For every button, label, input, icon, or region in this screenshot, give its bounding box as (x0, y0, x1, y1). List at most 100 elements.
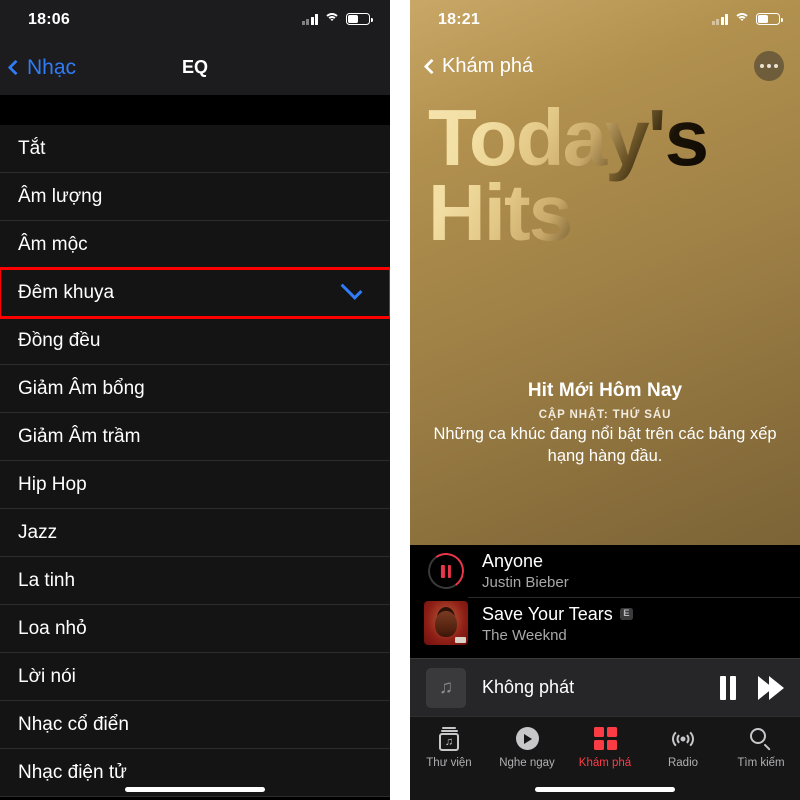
eq-option-label: Âm mộc (18, 233, 88, 255)
more-ellipsis-icon (774, 64, 778, 68)
list-item[interactable]: Save Your Tears E The Weeknd (410, 597, 800, 649)
artwork-title-line2: Hits (428, 168, 572, 258)
music-note-icon: ♫ (426, 667, 466, 708)
more-ellipsis-icon (760, 64, 764, 68)
search-icon (750, 727, 772, 751)
left-status-bar: 18:06 (0, 0, 390, 40)
more-ellipsis-icon (767, 64, 771, 68)
status-indicators (711, 13, 783, 25)
explicit-badge: E (619, 607, 634, 621)
artwork-title-line1: Today's (428, 93, 708, 182)
home-indicator (125, 787, 265, 792)
song-title: Anyone (482, 551, 544, 571)
radio-waves-icon (670, 728, 696, 750)
eq-options-list: Tắt Âm lượng Âm mộc Đêm khuya Đồng đều Giảm Â… (0, 125, 390, 797)
eq-option-row[interactable]: Jazz (0, 509, 390, 557)
left-phone-screen: 18:06 Nhạc EQ Tắt Âm lượng Âm mộc Đêm khuya… (0, 0, 390, 800)
back-button-label: Khám phá (442, 54, 534, 77)
cellular-bars-icon (711, 14, 728, 25)
page-title: EQ (181, 57, 208, 77)
back-button[interactable]: Nhạc (7, 40, 77, 95)
eq-option-row[interactable]: Loa nhỏ (0, 605, 390, 653)
playlist-updated: CẬP NHẬT: THỨ SÁU (538, 409, 672, 422)
cellular-bars-icon (301, 14, 318, 25)
status-indicators (301, 13, 373, 25)
wifi-icon (734, 13, 750, 25)
tab-label: Tìm kiếm (737, 757, 785, 769)
screenshot-stage: 18:06 Nhạc EQ Tắt Âm lượng Âm mộc Đêm khuya… (0, 0, 800, 800)
eq-option-label: Âm lượng (18, 185, 103, 207)
eq-option-label: Nhạc cổ điển (18, 713, 129, 735)
artwork-title: Today's Hits (428, 100, 788, 250)
library-icon: ♫ (439, 726, 459, 751)
list-item[interactable]: Anyone Justin Bieber (410, 545, 800, 597)
tab-label: Nghe ngay (499, 757, 555, 769)
tab-library[interactable]: ♫ Thư viện (410, 725, 488, 769)
mini-player[interactable]: ♫ Không phát (410, 658, 800, 716)
nav-spacer (0, 95, 390, 125)
eq-option-label: La tinh (18, 569, 76, 591)
eq-option-row[interactable]: La tinh (0, 557, 390, 605)
now-playing-label: Không phát (482, 677, 575, 697)
tab-search[interactable]: Tìm kiếm (722, 725, 800, 769)
play-circle-icon (515, 727, 539, 750)
left-nav-bar: Nhạc EQ (0, 40, 390, 95)
wifi-icon (324, 13, 340, 25)
playlist-title: Hit Mới Hôm Nay (527, 380, 683, 402)
pause-icon[interactable] (720, 675, 736, 700)
eq-option-row[interactable]: Đêm khuya (0, 267, 390, 319)
back-button[interactable]: Khám phá (423, 54, 534, 78)
eq-option-row[interactable]: Hip Hop (0, 461, 390, 509)
tab-label: Khám phá (578, 757, 632, 769)
eq-option-label: Tắt (18, 137, 46, 159)
grid-icon (593, 727, 617, 750)
eq-option-label: Lời nói (18, 665, 76, 687)
song-meta: Anyone Justin Bieber (468, 545, 800, 597)
playlist-hero: 18:21 Khám phá Today's Hits Hit Mới Hôm … (410, 0, 800, 545)
status-time: 18:21 (438, 11, 480, 28)
song-title: Save Your Tears (482, 603, 613, 624)
eq-option-row[interactable]: Giảm Âm trầm (0, 413, 390, 461)
chevron-left-icon (423, 58, 440, 74)
tab-browse[interactable]: Khám phá (566, 725, 644, 769)
eq-option-label: Đồng đều (18, 329, 101, 351)
song-meta: Save Your Tears E The Weeknd (468, 597, 800, 649)
eq-option-label: Loa nhỏ (18, 617, 87, 639)
eq-option-label: Giảm Âm bổng (18, 377, 145, 399)
eq-option-label: Jazz (18, 521, 58, 543)
tab-label: Thư viện (426, 757, 472, 769)
song-list: Anyone Justin Bieber Save Your Tears E T… (410, 545, 800, 649)
eq-option-label: Đêm khuya (18, 281, 115, 303)
eq-option-label: Giảm Âm trầm (18, 425, 141, 447)
tab-listen-now[interactable]: Nghe ngay (488, 725, 566, 769)
eq-option-row[interactable]: Âm lượng (0, 173, 390, 221)
eq-option-label: Nhạc điện tử (18, 761, 127, 783)
eq-option-row[interactable]: Lời nói (0, 653, 390, 701)
more-options-button[interactable] (754, 51, 784, 81)
battery-icon (756, 13, 783, 25)
home-indicator (535, 787, 675, 792)
chevron-left-icon (7, 59, 24, 76)
checkmark-icon (340, 278, 363, 300)
back-button-label: Nhạc (27, 55, 77, 79)
battery-icon (346, 13, 373, 25)
right-phone-screen: 18:21 Khám phá Today's Hits Hit Mới Hôm … (410, 0, 800, 800)
eq-option-row[interactable]: Âm mộc (0, 221, 390, 269)
playlist-info: Hit Mới Hôm Nay CẬP NHẬT: THỨ SÁU Những … (410, 380, 800, 467)
album-artwork (424, 601, 468, 645)
tab-radio[interactable]: Radio (644, 725, 722, 769)
eq-option-row[interactable]: Giảm Âm bổng (0, 365, 390, 413)
tab-label: Radio (667, 757, 699, 769)
eq-option-label: Hip Hop (18, 473, 87, 495)
song-artist: Justin Bieber (482, 574, 569, 591)
eq-option-row[interactable]: Nhạc cổ điển (0, 701, 390, 749)
fast-forward-icon[interactable] (758, 675, 784, 700)
song-artist: The Weeknd (482, 626, 567, 644)
eq-option-row[interactable]: Đồng đều (0, 317, 390, 365)
eq-option-row[interactable]: Tắt (0, 125, 390, 173)
right-nav-bar: Khám phá (410, 40, 800, 92)
playlist-description: Những ca khúc đang nổi bật trên các bảng… (433, 425, 777, 465)
now-playing-ring-icon (424, 549, 468, 593)
right-status-bar: 18:21 (410, 0, 800, 40)
status-time: 18:06 (28, 11, 70, 28)
